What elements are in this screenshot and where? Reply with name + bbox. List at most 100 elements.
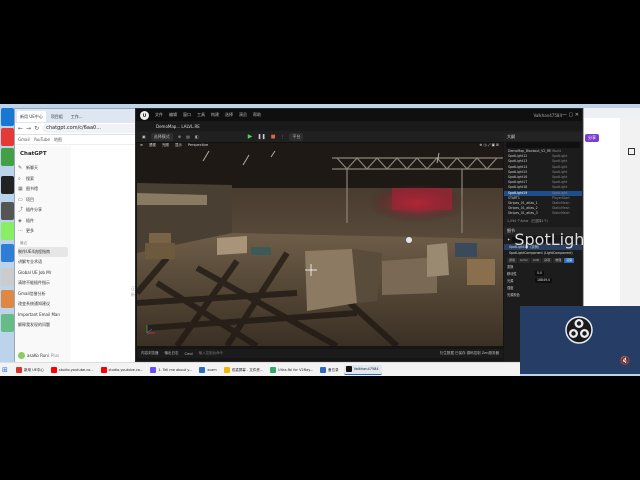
taskbar-item[interactable]: Valkhan47584 [343, 364, 382, 375]
taskbar-item[interactable]: 双重屏幕 - 文件资... [222, 365, 266, 375]
chat-history-item[interactable]: 清除不能插件指示 [18, 278, 68, 289]
mute-icon[interactable]: 🔇 [620, 356, 630, 365]
outliner-row-name: Stripes_01_atlas_3 [508, 211, 538, 216]
details-tab[interactable]: Actor [518, 258, 530, 264]
perspective-button[interactable]: Perspective [188, 143, 208, 151]
perspective-dropdown[interactable]: 透视 [149, 143, 156, 151]
chat-history-item[interactable]: 解释我发现的问题 [18, 320, 68, 331]
level-viewport[interactable]: ≡ 透视 光照 显示 Perspective ⊕ ◷ ⤢ ▣ ⊞ [137, 143, 503, 346]
platforms-dropdown[interactable]: 平台 [289, 132, 304, 141]
details-field-label: 变换 [507, 265, 514, 270]
pause-icon[interactable]: ❚❚ [257, 134, 265, 140]
desktop-icon-app2[interactable] [1, 128, 14, 146]
details-tab[interactable]: 杂项 [542, 258, 553, 264]
browser-tab[interactable]: 项目组 [48, 111, 66, 122]
stop-icon[interactable]: ■ [271, 134, 276, 140]
sidebar-action-projects[interactable]: ▭ 项目 [18, 195, 68, 206]
chat-history-item[interactable]: 讲解专业术语 [18, 257, 68, 268]
desktop-icon-app4[interactable] [1, 202, 14, 220]
taskbar-item[interactable]: studio.youtube.co... [99, 365, 147, 375]
desktop-icon-app1[interactable] [1, 108, 14, 126]
show-dropdown[interactable]: 显示 [175, 143, 182, 151]
forward-icon[interactable]: → [26, 125, 31, 132]
desktop-icon-app5[interactable] [1, 222, 14, 240]
taskbar-item[interactable]: 新用 UE中心 [14, 365, 47, 375]
viewport-menu-icon[interactable]: ≡ [140, 143, 143, 151]
sidebar-action-plugins[interactable]: ◈ 插件 [18, 216, 68, 227]
chat-history-item[interactable]: Global UE Job Mr [18, 268, 68, 279]
menu-tools[interactable]: 工具 [197, 112, 205, 118]
menu-help[interactable]: 帮助 [253, 112, 261, 118]
sidebar-action-search[interactable]: ⌕ 搜索 [18, 174, 68, 185]
menu-select[interactable]: 选择 [225, 112, 233, 118]
address-bar[interactable]: chatgpt.com/c/6aa0... [42, 124, 140, 133]
chat-history-item[interactable]: 制作UE4流程指南 [18, 246, 68, 257]
desktop-icon-nvidia[interactable] [1, 176, 14, 194]
select-mode-dropdown[interactable]: 选择模式 [150, 132, 173, 141]
desktop-icon-app9[interactable] [1, 314, 14, 332]
desktop-icon-app7[interactable] [1, 268, 14, 286]
outliner-row[interactable]: Stripes_01_atlas_3 StaticMesh [504, 211, 582, 216]
details-tab[interactable]: 渲染 [564, 258, 575, 264]
taskbar-item[interactable]: 1. Tell me about y... [148, 365, 195, 375]
blueprint-icon[interactable]: ▤ [186, 134, 190, 139]
saved-button[interactable]: 已保存 [455, 351, 466, 355]
outliner-header[interactable]: 大纲 [504, 133, 582, 141]
sidebar-action-share[interactable]: ⤴ 插件分享 [18, 205, 68, 216]
window-square-icon[interactable] [628, 148, 635, 155]
desktop-icon-app8[interactable] [1, 290, 14, 308]
details-tab[interactable]: LOD [530, 258, 542, 264]
sidebar-action-more[interactable]: ⋯ 更多 [18, 226, 68, 237]
zen-server-button[interactable]: Zen服务器 [482, 351, 499, 355]
lit-dropdown[interactable]: 光照 [162, 143, 169, 151]
bookmark[interactable]: Gmail [18, 137, 30, 142]
taskbar-item[interactable]: Ultra.fbl for V2Ray... [268, 365, 316, 375]
chat-history-item[interactable]: 改变系统通知建议 [18, 299, 68, 310]
save-icon[interactable]: ▣ [142, 134, 146, 139]
menu-window[interactable]: 窗口 [183, 112, 191, 118]
bookmark[interactable]: YouTube [34, 137, 50, 142]
user-profile[interactable]: asaKo Runi Plus [18, 352, 59, 359]
desktop-icon-app3[interactable] [1, 148, 14, 166]
taskbar-item[interactable]: studio.youtube.co... [49, 365, 97, 375]
browser-tab[interactable]: 工作... [68, 111, 86, 122]
back-icon[interactable]: ← [18, 125, 23, 132]
actor-name-field[interactable]: SpotLight19 [512, 232, 611, 248]
content-drawer-button[interactable]: 内容浏览器 [141, 351, 159, 356]
more-play-options-icon[interactable]: ⋮ [280, 134, 284, 139]
details-tab[interactable]: 通用 [507, 258, 518, 264]
add-icon[interactable]: ⊕ [178, 134, 181, 139]
window-controls[interactable]: — ▢ ✕ [562, 112, 579, 118]
cinematics-icon[interactable]: ◧ [195, 134, 199, 139]
menu-file[interactable]: 文件 [155, 112, 163, 118]
windows-start-icon[interactable]: ⊞ [2, 366, 12, 374]
details-field-value[interactable]: 18849.0 [535, 278, 553, 284]
console-input[interactable]: 输入控制台命令 [199, 351, 224, 356]
menu-edit[interactable]: 编辑 [169, 112, 177, 118]
source-control-button[interactable]: 源码控制 [467, 351, 481, 355]
menu-actor[interactable]: 演员 [239, 112, 247, 118]
level-tab[interactable]: DemoMap... LALVL.RE [156, 124, 200, 129]
menu-build[interactable]: 构建 [211, 112, 219, 118]
level-tab-bar: DemoMap... LALVL.RE [136, 121, 582, 131]
sidebar-action-library[interactable]: ▦ 图书馆 [18, 184, 68, 195]
share-button[interactable]: 分享 [585, 134, 599, 142]
chat-history-item[interactable]: Gmail信誉分析 [18, 289, 68, 300]
play-icon[interactable]: ▶ [248, 133, 253, 140]
output-log-button[interactable]: 输出日志 [165, 351, 179, 356]
reload-icon[interactable]: ↻ [34, 125, 39, 132]
cmd-dropdown[interactable]: Cmd [185, 352, 193, 356]
desktop-icon-app6[interactable] [1, 244, 14, 262]
component-item[interactable]: SpotLightComponent (LightComponent) [504, 250, 582, 256]
share-icon: ⤴ [18, 207, 24, 213]
browser-tab[interactable]: 新用 UE中心 [17, 110, 46, 122]
details-tab[interactable]: 物理 [553, 258, 564, 264]
chat-history-item[interactable]: Important Email Man [18, 310, 68, 321]
derived-data-button[interactable]: 衍生数据 [440, 351, 454, 355]
outliner-search-input[interactable] [506, 142, 580, 148]
taskbar-item[interactable]: xcam [197, 365, 220, 375]
details-field-value[interactable]: 0.0 [535, 271, 545, 277]
taskbar-item[interactable]: 备忘录 [318, 365, 342, 375]
sidebar-action-new-chat[interactable]: ✎ 新聊天 [18, 163, 68, 174]
bookmark[interactable]: 地图 [54, 137, 62, 143]
